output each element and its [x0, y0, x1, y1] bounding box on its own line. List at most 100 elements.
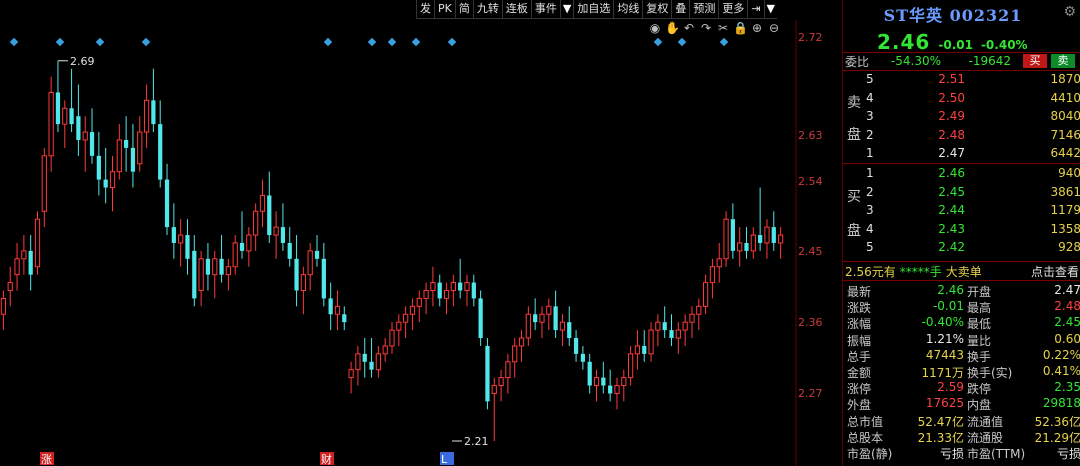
candle-body: [642, 345, 647, 354]
stat-value: 2.47: [1054, 283, 1080, 297]
stock-title[interactable]: ST华英 002321: [843, 2, 1063, 26]
book-row[interactable]: 2 2.48 7146: [843, 128, 1080, 146]
candle-body: [369, 361, 374, 370]
book-row[interactable]: 4 2.50 4410: [843, 91, 1080, 109]
stat-value: 2.35: [1054, 380, 1080, 395]
toolbar-button[interactable]: 预测: [689, 0, 718, 18]
toolbar-button[interactable]: 均线: [613, 0, 642, 18]
zoom-out-icon[interactable]: ⊖: [767, 21, 781, 35]
candle: [14, 242, 20, 291]
candle: [750, 227, 756, 259]
candle-body: [225, 266, 231, 276]
toolbar-button[interactable]: 事件: [530, 0, 560, 18]
stat-label: 最新: [847, 285, 872, 299]
kline-chart[interactable]: 2.69 2.21 涨 财 L: [0, 0, 842, 466]
toolbar-button[interactable]: PK: [434, 0, 455, 18]
candle: [307, 242, 313, 291]
candle: [430, 266, 436, 307]
candle: [485, 338, 490, 410]
candle-body: [559, 321, 566, 331]
candle-body: [300, 274, 306, 291]
hand-icon[interactable]: ✋: [665, 21, 680, 35]
stat-label: 涨停: [847, 382, 872, 397]
candle-body: [82, 131, 88, 141]
toolbar-button[interactable]: 加自选: [573, 0, 613, 18]
book-level: 4: [866, 221, 874, 236]
stat-label: 总手: [847, 349, 872, 364]
candle: [546, 298, 552, 331]
candle: [553, 290, 558, 339]
candle-body: [573, 338, 579, 354]
weibi-label: 委比: [845, 54, 870, 69]
gear-icon[interactable]: ⚙: [1063, 4, 1076, 20]
stat-value: 2.59: [937, 380, 964, 395]
toolbar-button[interactable]: 发: [416, 0, 434, 18]
view-details-link[interactable]: 点击查看: [1031, 263, 1080, 280]
candle: [198, 250, 204, 307]
candle: [709, 258, 716, 299]
candle-body: [205, 258, 211, 275]
toolbar-button[interactable]: ▼: [559, 0, 573, 18]
book-row[interactable]: 3 2.49 8040: [843, 109, 1080, 127]
undo-icon[interactable]: ↶: [682, 21, 696, 35]
candle: [185, 219, 190, 275]
toolbar-button[interactable]: 九转: [472, 0, 502, 18]
candle-body: [62, 107, 68, 125]
stat-value: 2.45: [1054, 315, 1080, 330]
toolbar-button[interactable]: 更多: [718, 0, 747, 18]
candle-body: [109, 171, 116, 189]
toolbar-button[interactable]: 连板: [501, 0, 531, 18]
candle-body: [287, 242, 292, 259]
book-level: 4: [866, 90, 874, 105]
candle: [423, 282, 429, 315]
scissors-icon[interactable]: ✂: [716, 21, 730, 35]
toolbar-button[interactable]: ⇥: [747, 0, 763, 18]
candle: [151, 68, 156, 133]
candle-body: [539, 313, 545, 323]
stat-label: 涨幅: [847, 317, 872, 332]
candle: [28, 235, 33, 291]
toolbar-button[interactable]: 叠: [671, 0, 689, 18]
stat-label: 内盘: [967, 398, 992, 413]
stat-label: 金额: [847, 366, 872, 380]
candle: [758, 187, 763, 251]
book-level: 1: [866, 166, 874, 180]
toolbar-button[interactable]: 简: [454, 0, 473, 18]
book-level: 3: [866, 203, 874, 217]
stat-row: 最新 2.46 开盘 2.47: [847, 283, 1080, 299]
book-row[interactable]: 1 2.46 940: [843, 166, 1080, 184]
book-row[interactable]: 2 2.45 3861: [843, 185, 1080, 203]
deal-price: 2.56元有: [845, 265, 896, 279]
candle-body: [192, 250, 197, 299]
book-row[interactable]: 5 2.51 1870: [843, 72, 1080, 90]
toolbar-button[interactable]: 复权: [642, 0, 671, 18]
toolbar-button[interactable]: ▼: [763, 0, 777, 18]
buy-button[interactable]: 买: [1023, 54, 1047, 68]
price-axis-label: 2.27: [798, 387, 823, 400]
book-price: 2.42: [938, 240, 965, 254]
book-level: 5: [866, 72, 874, 86]
redo-icon[interactable]: ↷: [699, 21, 713, 35]
stat-label: 市盈(静): [847, 447, 893, 461]
current-price: 2.46: [877, 30, 931, 54]
candle-body: [185, 235, 190, 259]
big-deal-row[interactable]: 2.56元有 *****手 大卖单 点击查看: [845, 263, 1080, 280]
book-row[interactable]: 4 2.43 1358: [843, 222, 1080, 240]
zoom-in-icon[interactable]: ⊕: [750, 21, 764, 35]
candle: [416, 290, 422, 323]
event-marker: [411, 37, 421, 47]
candle-body: [614, 385, 620, 394]
candle-body: [103, 179, 108, 188]
lock-icon[interactable]: 🔒: [733, 21, 748, 35]
candle-body: [342, 314, 347, 323]
candle: [689, 306, 695, 339]
book-row[interactable]: 5 2.42 928: [843, 240, 1080, 258]
kline-chart-area[interactable]: 2.69 2.21 涨财 L 发 PK 简九转 连板 事件 ▼ 加自选 均线 复权叠预测 更多 ⇥ ▼ ◉ ✋…: [0, 0, 842, 466]
sell-button[interactable]: 卖: [1051, 54, 1075, 68]
eye-icon[interactable]: ◉: [648, 21, 662, 35]
book-row[interactable]: 3 2.44 1179: [843, 203, 1080, 221]
book-row[interactable]: 1 2.47 6442: [843, 146, 1080, 164]
candle-body: [273, 226, 279, 236]
price-axis-label: 2.36: [798, 316, 823, 329]
candle-body: [355, 353, 361, 371]
